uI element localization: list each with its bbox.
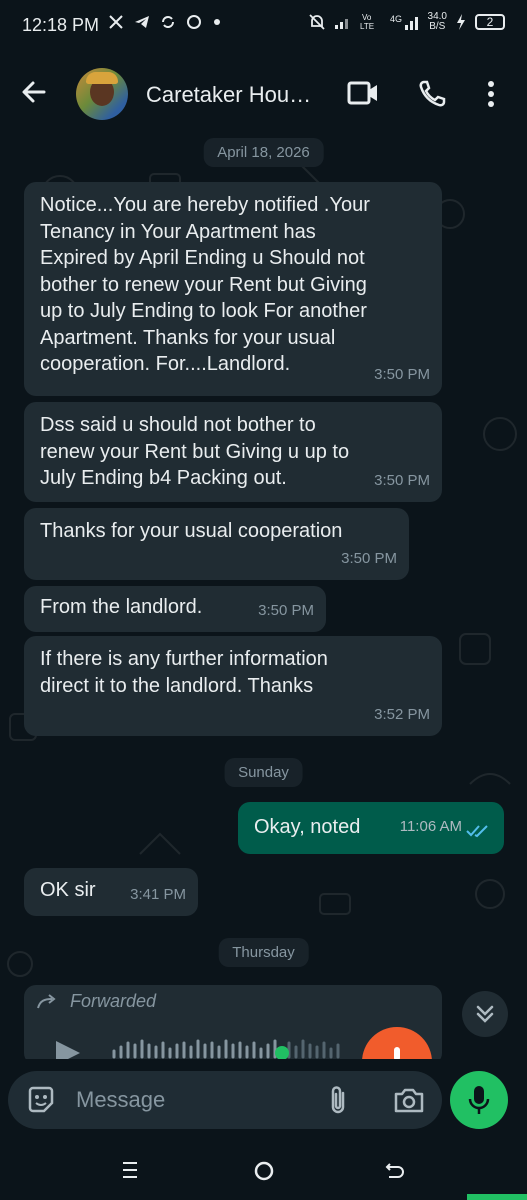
scroll-to-bottom-button[interactable]	[462, 991, 508, 1037]
message-time: 3:50 PM	[374, 471, 430, 489]
message-text: bother to renew your Rent but Giving	[40, 273, 367, 296]
message-text: Thanks for your usual cooperation	[40, 520, 343, 542]
double-chevron-down-icon	[476, 1005, 494, 1023]
sticker-icon[interactable]	[26, 1085, 56, 1115]
message-bubble-incoming[interactable]: Dss said u should not bother to renew yo…	[24, 402, 442, 502]
recent-apps-icon[interactable]	[120, 1160, 140, 1180]
message-text: If there is any further information	[40, 648, 328, 670]
message-text: cooperation. For....Landlord.	[40, 353, 291, 375]
home-icon[interactable]	[253, 1160, 275, 1182]
message-bubble-incoming[interactable]: OK sir 3:41 PM	[24, 868, 198, 916]
message-text: renew your Rent but Giving u up to	[40, 440, 350, 463]
forwarded-label: Forwarded	[70, 991, 157, 1011]
contact-avatar[interactable]	[76, 68, 128, 120]
svg-text:Vo: Vo	[362, 13, 372, 22]
message-text: direct it to the landlord. Thanks	[40, 674, 314, 697]
composer-bar: Message	[0, 1059, 527, 1140]
forward-arrow-icon	[37, 994, 56, 1009]
message-text: July Ending b4 Packing out.	[40, 467, 287, 489]
x-logo-icon	[109, 15, 123, 29]
message-text: Tenancy in Your Apartment has	[40, 220, 316, 243]
status-time: 12:18 PM	[22, 15, 100, 35]
message-text: Expired by April Ending u Should not	[40, 247, 365, 269]
volte-icon: VoLTE	[360, 13, 374, 31]
message-text: Dss said u should not bother to	[40, 414, 316, 436]
message-bubble-incoming[interactable]: If there is any further information dire…	[24, 636, 442, 736]
waveform[interactable]	[110, 1037, 342, 1061]
signal-icon	[334, 19, 348, 29]
message-time: 3:52 PM	[374, 705, 430, 723]
system-nav-bar	[0, 1140, 527, 1200]
date-chip: Thursday	[218, 938, 309, 967]
message-bubble-outgoing[interactable]: Okay, noted 11:06 AM	[238, 802, 504, 854]
date-chip: April 18, 2026	[203, 138, 324, 167]
message-time: 3:50 PM	[374, 365, 430, 383]
accent-strip	[467, 1194, 527, 1200]
battery-icon: 2	[475, 14, 505, 30]
status-bar: 12:18 PM Vo LTE 4G 34.0 B/S 2	[0, 0, 527, 52]
signal-4g-icon: 4G	[390, 14, 418, 30]
dot-icon	[214, 19, 220, 25]
message-text: Apartment. Thanks for your usual	[40, 326, 336, 349]
more-options-icon[interactable]	[486, 80, 496, 108]
chat-area[interactable]: April 18, 2026 Notice...You are hereby n…	[0, 134, 527, 1059]
back-arrow-icon[interactable]	[20, 78, 48, 106]
chat-header: Caretaker Hou…	[0, 52, 527, 134]
attach-paperclip-icon[interactable]	[328, 1084, 348, 1116]
message-time: 11:06 AM	[399, 817, 462, 835]
circle-icon	[187, 15, 201, 29]
message-placeholder: Message	[76, 1087, 166, 1112]
message-input[interactable]: Message	[8, 1071, 442, 1129]
date-chip: Sunday	[224, 758, 303, 787]
message-bubble-incoming[interactable]: Thanks for your usual cooperation 3:50 P…	[24, 508, 409, 580]
microphone-icon	[468, 1086, 490, 1114]
contact-name[interactable]: Caretaker Hou…	[146, 82, 311, 108]
play-icon[interactable]	[52, 1037, 84, 1061]
battery-level: 2	[486, 15, 494, 29]
network-speed: 34.0 B/S	[427, 11, 447, 32]
message-time: 3:41 PM	[130, 885, 186, 903]
message-text: up to July Ending to look For another	[40, 300, 367, 322]
svg-text:LTE: LTE	[360, 22, 374, 31]
forwarded-voice-message[interactable]: Forwarded	[24, 985, 442, 1065]
message-text: Notice...You are hereby notified .Your	[40, 194, 370, 216]
message-bubble-incoming[interactable]: From the landlord. 3:50 PM	[24, 586, 326, 632]
charging-icon	[457, 14, 465, 30]
svg-text:4G: 4G	[390, 14, 402, 24]
telegram-icon	[135, 16, 149, 28]
record-voice-button[interactable]	[450, 1071, 508, 1129]
message-bubble-incoming[interactable]: Notice...You are hereby notified .Your T…	[24, 182, 442, 396]
video-call-icon[interactable]	[347, 80, 379, 106]
voice-call-icon[interactable]	[418, 80, 448, 108]
sync-icon	[162, 16, 174, 28]
message-time: 3:50 PM	[341, 549, 397, 567]
system-back-icon[interactable]	[384, 1160, 406, 1182]
camera-icon[interactable]	[393, 1086, 425, 1114]
mute-bell-icon	[308, 14, 325, 30]
message-time: 3:50 PM	[258, 601, 314, 619]
read-ticks-icon	[466, 825, 488, 838]
